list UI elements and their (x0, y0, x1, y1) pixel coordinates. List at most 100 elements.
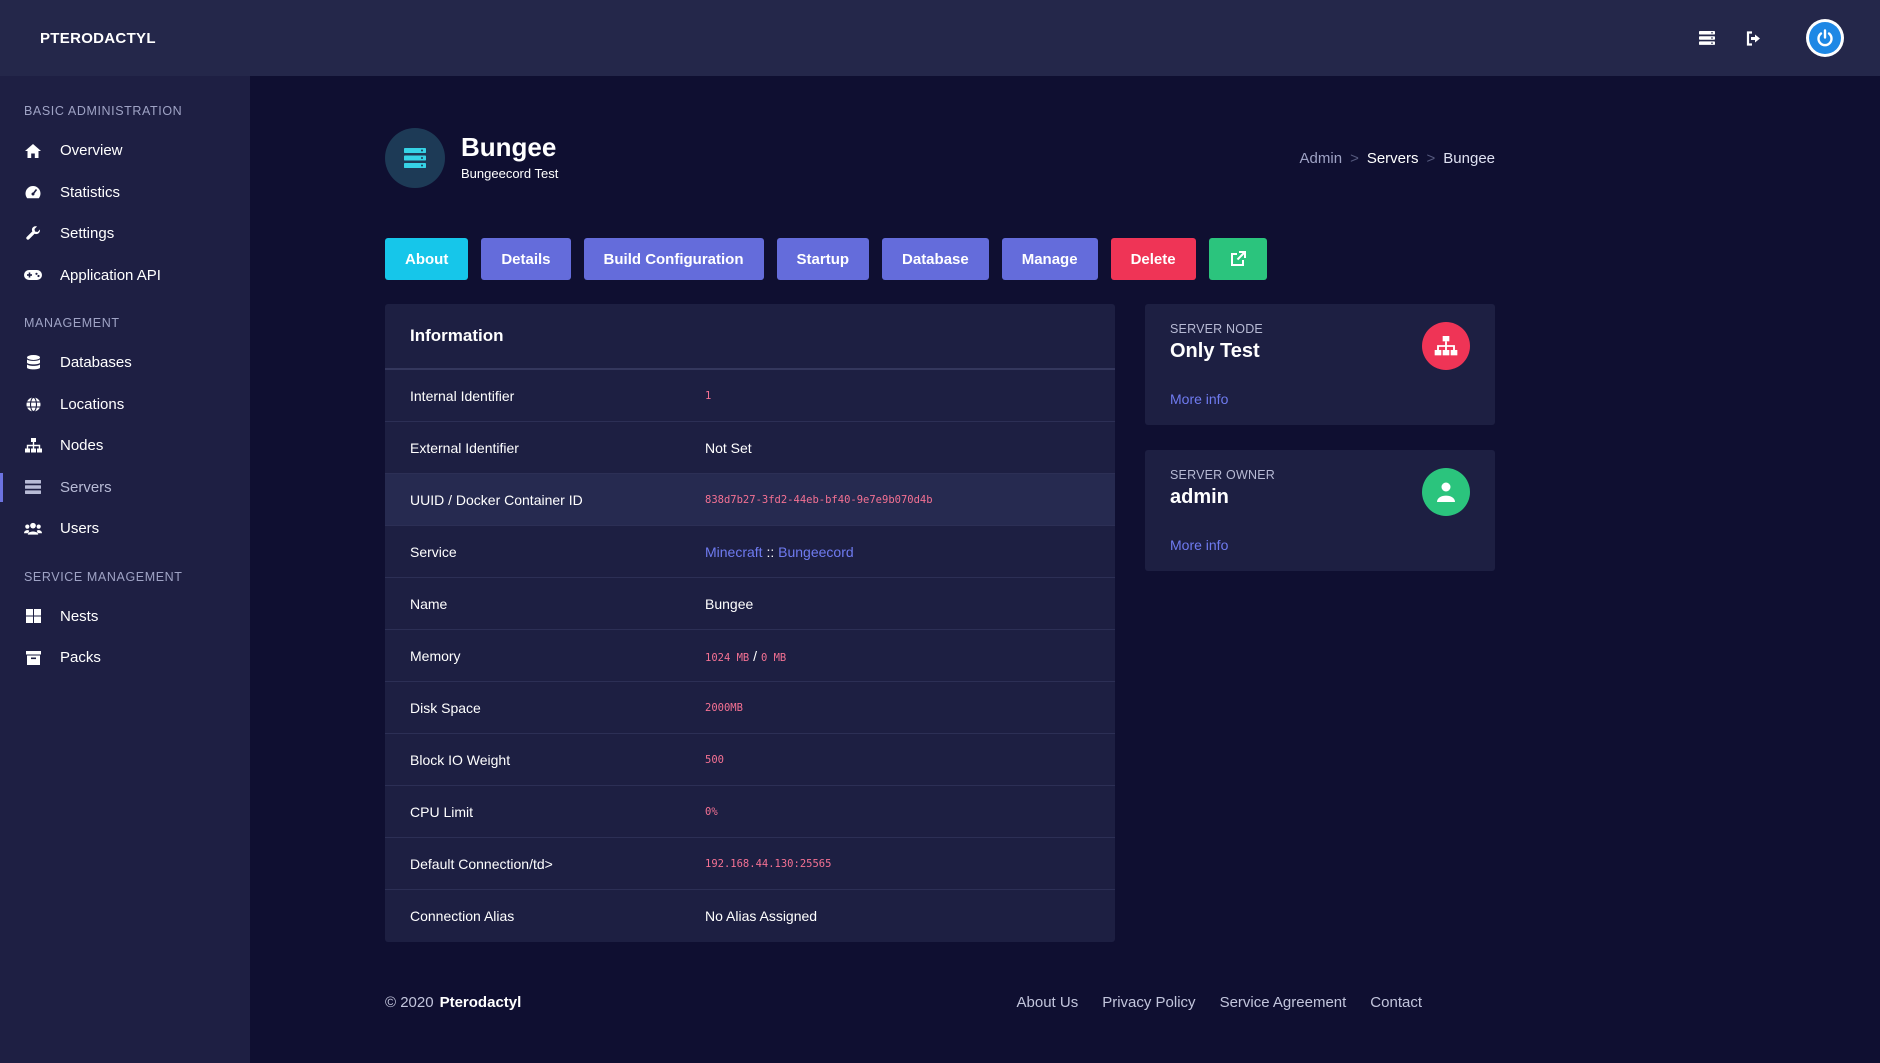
table-row: Connection Alias No Alias Assigned (385, 890, 1115, 942)
user-icon (1422, 468, 1470, 516)
table-row: Name Bungee (385, 578, 1115, 630)
table-row: Service Minecraft :: Bungeecord (385, 526, 1115, 578)
footer-link-agreement[interactable]: Service Agreement (1220, 994, 1347, 1011)
server-tabs: About Details Build Configuration Startu… (385, 238, 1495, 280)
block-io-value: 500 (705, 753, 724, 766)
sidebar-item-nests[interactable]: Nests (0, 596, 250, 638)
table-row: UUID / Docker Container ID 838d7b27-3fd2… (385, 474, 1115, 526)
sidebar-heading: SERVICE MANAGEMENT (24, 569, 183, 584)
footer-link-about[interactable]: About Us (1017, 994, 1079, 1011)
sidebar-item-packs[interactable]: Packs (0, 637, 250, 679)
info-boxes: SERVER NODE Only Test More info SERVER O… (1145, 304, 1495, 942)
uuid-value: 838d7b27-3fd2-44eb-bf40-9e7e9b070d4b (705, 493, 933, 506)
more-info-link[interactable]: More info (1170, 391, 1228, 407)
sidebar-item-settings[interactable]: Settings (0, 213, 250, 255)
name-value: Bungee (705, 595, 754, 612)
tab-database[interactable]: Database (882, 238, 989, 280)
row-label: Service (410, 543, 457, 560)
memory-value: 1024 MB / 0 MB (705, 648, 786, 664)
logout-icon[interactable] (1744, 27, 1766, 49)
footer-brand[interactable]: Pterodactyl (440, 994, 522, 1011)
footer-link-contact[interactable]: Contact (1370, 994, 1422, 1011)
sidebar-section-management: MANAGEMENT Databases Locations Nodes Ser… (0, 296, 250, 550)
sidebar-item-users[interactable]: Users (0, 508, 250, 550)
row-label: CPU Limit (410, 803, 474, 820)
table-row: Block IO Weight 500 (385, 734, 1115, 786)
sidebar-item-label: Locations (60, 395, 125, 413)
server-owner-card: SERVER OWNER admin More info (1145, 450, 1495, 571)
power-button[interactable] (1806, 19, 1844, 57)
footer: © 2020 Pterodactyl About Us Privacy Polic… (385, 994, 1422, 1011)
database-icon (24, 354, 42, 372)
row-label: Disk Space (410, 699, 481, 716)
breadcrumb-admin[interactable]: Admin (1300, 150, 1343, 167)
nest-link[interactable]: Minecraft (705, 544, 763, 560)
row-label: Name (410, 595, 448, 612)
tab-build-configuration[interactable]: Build Configuration (583, 238, 764, 280)
copyright-text: © 2020 (385, 994, 434, 1011)
swap-amount: 0 MB (760, 651, 787, 664)
sidebar-item-label: Nodes (60, 437, 104, 455)
sidebar-item-overview[interactable]: Overview (0, 130, 250, 172)
breadcrumb-servers[interactable]: Servers (1367, 150, 1419, 167)
top-navbar: PTERODACTYL (0, 0, 1880, 76)
tab-delete[interactable]: Delete (1110, 238, 1196, 280)
tab-manage[interactable]: Manage (1001, 238, 1098, 280)
table-row: Default Connection/td> 192.168.44.130:25… (385, 838, 1115, 890)
default-connection-value: 192.168.44.130:25565 (705, 857, 832, 870)
server-list-icon[interactable] (1696, 27, 1718, 49)
more-info-link[interactable]: More info (1170, 537, 1228, 553)
server-avatar (385, 128, 445, 188)
sidebar-item-label: Databases (60, 354, 132, 372)
disk-space-value: 2000MB (705, 701, 743, 714)
sidebar-item-databases[interactable]: Databases (0, 342, 250, 384)
gauge-icon (24, 183, 42, 201)
connection-alias-value: No Alias Assigned (705, 908, 818, 924)
sitemap-icon (1422, 322, 1470, 370)
sidebar-item-label: Statistics (60, 183, 121, 201)
external-link-button[interactable] (1208, 238, 1267, 280)
tab-startup[interactable]: Startup (776, 238, 870, 280)
server-icon (404, 148, 426, 168)
sidebar-item-label: Overview (60, 142, 123, 160)
row-label: Block IO Weight (410, 751, 511, 768)
sidebar: BASIC ADMINISTRATION Overview Statistics… (0, 76, 250, 1063)
footer-link-privacy[interactable]: Privacy Policy (1102, 994, 1195, 1011)
row-label: Connection Alias (410, 908, 515, 924)
table-row: Internal Identifier 1 (385, 370, 1115, 422)
sidebar-item-locations[interactable]: Locations (0, 384, 250, 426)
table-row: External Identifier Not Set (385, 422, 1115, 474)
breadcrumb-separator: > (1426, 150, 1436, 167)
footer-links: About Us Privacy Policy Service Agreemen… (1017, 994, 1423, 1011)
memory-amount: 1024 MB (705, 651, 750, 664)
external-identifier-value: Not Set (705, 439, 752, 456)
sidebar-item-label: Settings (60, 225, 115, 243)
panel-title: Information (385, 304, 1115, 370)
page-subtitle: Bungeecord Test (461, 166, 559, 181)
sidebar-item-application-api[interactable]: Application API (0, 255, 250, 297)
memory-separator: / (753, 647, 758, 664)
cpu-limit-value: 0% (705, 805, 718, 818)
sidebar-item-nodes[interactable]: Nodes (0, 425, 250, 467)
tab-about[interactable]: About (385, 238, 469, 280)
grid-icon (24, 607, 42, 625)
row-label: UUID / Docker Container ID (410, 491, 583, 508)
sidebar-heading: MANAGEMENT (24, 316, 120, 330)
service-value: Minecraft :: Bungeecord (705, 544, 854, 560)
copyright: © 2020 Pterodactyl (385, 994, 521, 1011)
brand-logo[interactable]: PTERODACTYL (40, 30, 156, 47)
row-label: Memory (410, 647, 461, 664)
sidebar-item-label: Users (60, 520, 100, 538)
service-separator: :: (766, 543, 775, 560)
sidebar-heading: BASIC ADMINISTRATION (24, 104, 183, 118)
sidebar-item-servers[interactable]: Servers (0, 467, 250, 509)
sidebar-item-label: Packs (60, 649, 101, 667)
sidebar-item-statistics[interactable]: Statistics (0, 172, 250, 214)
tab-details[interactable]: Details (481, 238, 571, 280)
table-row: Disk Space 2000MB (385, 682, 1115, 734)
egg-link[interactable]: Bungeecord (778, 544, 854, 560)
sidebar-item-label: Application API (60, 266, 161, 284)
table-row: Memory 1024 MB / 0 MB (385, 630, 1115, 682)
gamepad-icon (24, 266, 42, 284)
row-label: External Identifier (410, 439, 519, 456)
